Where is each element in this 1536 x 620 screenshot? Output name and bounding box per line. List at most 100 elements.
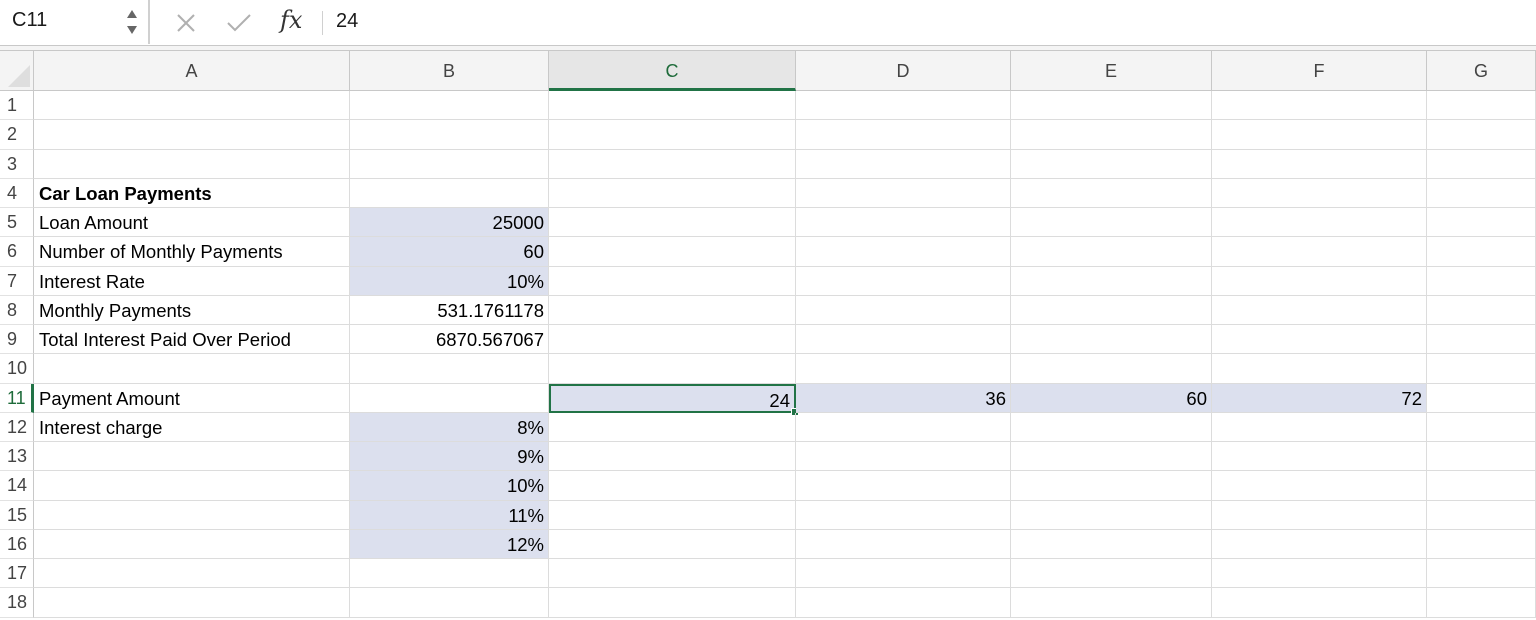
- cell-e3[interactable]: [1011, 149, 1212, 179]
- cell-b3[interactable]: [350, 149, 549, 179]
- row-header-5[interactable]: 5: [0, 208, 34, 238]
- cell-a2[interactable]: [34, 120, 350, 150]
- cell-g14[interactable]: [1427, 471, 1536, 501]
- cell-d16[interactable]: [796, 529, 1011, 559]
- close-icon[interactable]: [175, 12, 197, 34]
- name-box-dropdown-icon[interactable]: [124, 4, 140, 40]
- cell-f12[interactable]: [1212, 412, 1427, 442]
- cell-a17[interactable]: [34, 559, 350, 589]
- cell-b14[interactable]: 10%: [350, 471, 549, 501]
- select-all-corner[interactable]: [0, 51, 34, 91]
- cell-e17[interactable]: [1011, 559, 1212, 589]
- cell-c6[interactable]: [549, 237, 796, 267]
- cell-a6[interactable]: Number of Monthly Payments: [34, 237, 350, 267]
- cell-a8[interactable]: Monthly Payments: [34, 295, 350, 325]
- cell-b2[interactable]: [350, 120, 549, 150]
- row-header-13[interactable]: 13: [0, 442, 34, 472]
- cell-b7[interactable]: 10%: [350, 266, 549, 296]
- cell-b5[interactable]: 25000: [350, 208, 549, 238]
- cell-b15[interactable]: 11%: [350, 500, 549, 530]
- cell-d9[interactable]: [796, 325, 1011, 355]
- cell-f8[interactable]: [1212, 295, 1427, 325]
- cell-a14[interactable]: [34, 471, 350, 501]
- row-header-8[interactable]: 8: [0, 295, 34, 325]
- cell-e9[interactable]: [1011, 325, 1212, 355]
- cell-g4[interactable]: [1427, 178, 1536, 208]
- cell-c17[interactable]: [549, 559, 796, 589]
- cell-c11[interactable]: 24: [549, 383, 796, 413]
- cell-g16[interactable]: [1427, 529, 1536, 559]
- cell-c3[interactable]: [549, 149, 796, 179]
- cell-g2[interactable]: [1427, 120, 1536, 150]
- cell-f18[interactable]: [1212, 588, 1427, 618]
- cell-a1[interactable]: [34, 91, 350, 121]
- cell-g13[interactable]: [1427, 442, 1536, 472]
- cell-e5[interactable]: [1011, 208, 1212, 238]
- cell-a13[interactable]: [34, 442, 350, 472]
- column-header-f[interactable]: F: [1212, 51, 1427, 91]
- cell-a3[interactable]: [34, 149, 350, 179]
- cell-a5[interactable]: Loan Amount: [34, 208, 350, 238]
- row-header-6[interactable]: 6: [0, 237, 34, 267]
- cell-d6[interactable]: [796, 237, 1011, 267]
- cell-b8[interactable]: 531.1761178: [350, 295, 549, 325]
- cell-f10[interactable]: [1212, 354, 1427, 384]
- cell-d1[interactable]: [796, 91, 1011, 121]
- row-header-18[interactable]: 18: [0, 588, 34, 618]
- cell-c12[interactable]: [549, 412, 796, 442]
- cell-a15[interactable]: [34, 500, 350, 530]
- row-header-2[interactable]: 2: [0, 120, 34, 150]
- row-header-16[interactable]: 16: [0, 529, 34, 559]
- cell-b18[interactable]: [350, 588, 549, 618]
- cell-g12[interactable]: [1427, 412, 1536, 442]
- cell-g9[interactable]: [1427, 325, 1536, 355]
- cell-g17[interactable]: [1427, 559, 1536, 589]
- cell-f1[interactable]: [1212, 91, 1427, 121]
- cell-f3[interactable]: [1212, 149, 1427, 179]
- cell-a4[interactable]: Car Loan Payments: [34, 178, 350, 208]
- cell-b11[interactable]: [350, 383, 549, 413]
- cell-f9[interactable]: [1212, 325, 1427, 355]
- cell-g10[interactable]: [1427, 354, 1536, 384]
- cell-f15[interactable]: [1212, 500, 1427, 530]
- cell-d5[interactable]: [796, 208, 1011, 238]
- cell-b13[interactable]: 9%: [350, 442, 549, 472]
- cell-c10[interactable]: [549, 354, 796, 384]
- row-header-4[interactable]: 4: [0, 178, 34, 208]
- cell-e16[interactable]: [1011, 529, 1212, 559]
- name-box[interactable]: C11: [0, 0, 150, 44]
- cell-a16[interactable]: [34, 529, 350, 559]
- cell-c18[interactable]: [549, 588, 796, 618]
- column-header-a[interactable]: A: [34, 51, 350, 91]
- cell-g5[interactable]: [1427, 208, 1536, 238]
- cell-c4[interactable]: [549, 178, 796, 208]
- cell-a10[interactable]: [34, 354, 350, 384]
- cell-d13[interactable]: [796, 442, 1011, 472]
- row-header-9[interactable]: 9: [0, 325, 34, 355]
- cell-f5[interactable]: [1212, 208, 1427, 238]
- cell-d2[interactable]: [796, 120, 1011, 150]
- cell-c9[interactable]: [549, 325, 796, 355]
- column-header-e[interactable]: E: [1011, 51, 1212, 91]
- cell-c2[interactable]: [549, 120, 796, 150]
- cell-f17[interactable]: [1212, 559, 1427, 589]
- cell-d8[interactable]: [796, 295, 1011, 325]
- cell-e6[interactable]: [1011, 237, 1212, 267]
- cell-e14[interactable]: [1011, 471, 1212, 501]
- column-header-g[interactable]: G: [1427, 51, 1536, 91]
- cell-b9[interactable]: 6870.567067: [350, 325, 549, 355]
- cell-c1[interactable]: [549, 91, 796, 121]
- cell-b4[interactable]: [350, 178, 549, 208]
- cell-e11[interactable]: 60: [1011, 383, 1212, 413]
- cell-d11[interactable]: 36: [796, 383, 1011, 413]
- cell-b12[interactable]: 8%: [350, 412, 549, 442]
- row-header-7[interactable]: 7: [0, 266, 34, 296]
- cell-c8[interactable]: [549, 295, 796, 325]
- cell-g18[interactable]: [1427, 588, 1536, 618]
- column-header-b[interactable]: B: [350, 51, 549, 91]
- cell-g3[interactable]: [1427, 149, 1536, 179]
- cell-g15[interactable]: [1427, 500, 1536, 530]
- cell-f11[interactable]: 72: [1212, 383, 1427, 413]
- cell-c7[interactable]: [549, 266, 796, 296]
- cell-d15[interactable]: [796, 500, 1011, 530]
